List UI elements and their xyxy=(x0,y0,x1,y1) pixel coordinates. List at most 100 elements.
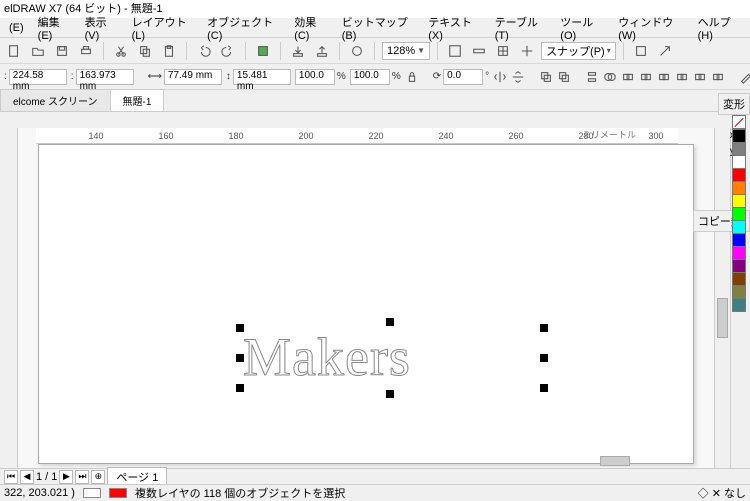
menu-arrange[interactable]: オブジェクト(C) xyxy=(200,12,287,44)
color-palette xyxy=(732,115,748,311)
guides-icon[interactable] xyxy=(517,41,537,61)
scroll-thumb[interactable] xyxy=(600,456,630,466)
back-minus-icon[interactable] xyxy=(693,67,707,87)
import-icon[interactable] xyxy=(288,41,308,61)
fullscreen-icon[interactable] xyxy=(445,41,465,61)
open-icon[interactable] xyxy=(28,41,48,61)
selection-handle[interactable] xyxy=(540,354,548,362)
snap-combo[interactable]: スナップ(P)▾ xyxy=(541,42,616,60)
selection-handle[interactable] xyxy=(386,318,394,326)
color-swatch[interactable] xyxy=(732,233,746,247)
tab-document[interactable]: 無題-1 xyxy=(110,89,165,111)
fill-swatch[interactable] xyxy=(83,488,101,498)
align-icon[interactable] xyxy=(585,67,599,87)
intersect-icon[interactable] xyxy=(639,67,653,87)
menu-table[interactable]: テーブル(T) xyxy=(488,12,554,44)
menu-file[interactable]: (E) xyxy=(2,20,31,36)
outline-swatch[interactable] xyxy=(109,488,127,498)
zoom-value: 128% xyxy=(387,45,415,57)
page-next-icon[interactable]: ▶ xyxy=(59,470,73,484)
weld-icon[interactable] xyxy=(603,67,617,87)
cursor-coords: 322, 203.021 ) xyxy=(4,487,75,499)
grid-icon[interactable] xyxy=(493,41,513,61)
selection-handle[interactable] xyxy=(236,384,244,392)
menu-layout[interactable]: レイアウト(L) xyxy=(125,12,201,44)
cut-icon[interactable] xyxy=(111,41,131,61)
width-field[interactable]: ⟷77.49 mm xyxy=(148,69,222,85)
color-swatch[interactable] xyxy=(732,259,746,273)
docker-transform[interactable]: 変形 xyxy=(718,93,750,115)
tab-welcome[interactable]: elcome スクリーン xyxy=(0,89,111,111)
order-front-icon[interactable] xyxy=(539,67,553,87)
color-swatch[interactable] xyxy=(732,298,746,312)
selection-handle[interactable] xyxy=(236,324,244,332)
scale-y-field[interactable]: 100.0% xyxy=(350,69,401,85)
toolbox[interactable] xyxy=(0,128,18,468)
color-swatch[interactable] xyxy=(732,168,746,182)
page-prev-icon[interactable]: ◀ xyxy=(20,470,34,484)
pos-x-field[interactable]: :224.58 mm xyxy=(4,69,67,85)
selection-handle[interactable] xyxy=(386,390,394,398)
boundary-icon[interactable] xyxy=(711,67,725,87)
menu-view[interactable]: 表示(V) xyxy=(78,12,125,44)
lock-ratio-icon[interactable] xyxy=(405,67,419,87)
rotation-field[interactable]: ⟳0.0° xyxy=(433,69,489,85)
mirror-h-icon[interactable] xyxy=(493,67,507,87)
pos-y-field[interactable]: :163.973 mm xyxy=(71,69,134,85)
search-icon[interactable] xyxy=(253,41,273,61)
color-swatch[interactable] xyxy=(732,155,746,169)
menu-help[interactable]: ヘルプ(H) xyxy=(691,12,748,44)
paste-icon[interactable] xyxy=(159,41,179,61)
outline-pen-icon[interactable] xyxy=(739,67,750,87)
color-swatch[interactable] xyxy=(732,207,746,221)
page-last-icon[interactable]: ⏭ xyxy=(75,470,89,484)
export-icon[interactable] xyxy=(312,41,332,61)
menu-window[interactable]: ウィンドウ(W) xyxy=(611,12,690,44)
trim-icon[interactable] xyxy=(621,67,635,87)
publish-icon[interactable] xyxy=(347,41,367,61)
color-swatch[interactable] xyxy=(732,129,746,143)
fill-none-label: ◇ ✕ なし xyxy=(698,485,746,501)
save-icon[interactable] xyxy=(52,41,72,61)
page-add-icon[interactable]: ⊕ xyxy=(91,470,105,484)
front-minus-icon[interactable] xyxy=(675,67,689,87)
color-swatch[interactable] xyxy=(732,220,746,234)
color-swatch[interactable] xyxy=(732,285,746,299)
print-icon[interactable] xyxy=(76,41,96,61)
page-first-icon[interactable]: ⏮ xyxy=(4,470,18,484)
options-icon[interactable] xyxy=(631,41,651,61)
order-back-icon[interactable] xyxy=(557,67,571,87)
new-icon[interactable] xyxy=(4,41,24,61)
rulers-icon[interactable] xyxy=(469,41,489,61)
copy-icon[interactable] xyxy=(135,41,155,61)
menu-tools[interactable]: ツール(O) xyxy=(553,12,611,44)
color-swatch[interactable] xyxy=(732,272,746,286)
color-swatch[interactable] xyxy=(732,246,746,260)
redo-icon[interactable] xyxy=(218,41,238,61)
menu-effects[interactable]: 効果(C) xyxy=(287,12,335,44)
selection-handle[interactable] xyxy=(540,324,548,332)
selection-handle[interactable] xyxy=(236,354,244,362)
selection-handle[interactable] xyxy=(540,384,548,392)
scale-x-field[interactable]: 100.0% xyxy=(295,69,346,85)
no-color-swatch[interactable] xyxy=(732,115,746,129)
scroll-thumb[interactable] xyxy=(717,298,728,338)
status-bar: 322, 203.021 ) 複数レイヤの 118 個のオブジェクトを選択 ◇ … xyxy=(0,484,750,500)
launch-icon[interactable] xyxy=(655,41,675,61)
menu-text[interactable]: テキスト(X) xyxy=(421,12,487,44)
undo-icon[interactable] xyxy=(194,41,214,61)
color-swatch[interactable] xyxy=(732,142,746,156)
zoom-combo[interactable]: 128%▼ xyxy=(382,42,430,60)
scrollbar-vertical[interactable] xyxy=(714,128,730,468)
mirror-v-icon[interactable] xyxy=(511,67,525,87)
simplify-icon[interactable] xyxy=(657,67,671,87)
color-swatch[interactable] xyxy=(732,194,746,208)
menu-bitmaps[interactable]: ビットマップ(B) xyxy=(335,12,422,44)
menu-bar: (E) 編集(E) 表示(V) レイアウト(L) オブジェクト(C) 効果(C)… xyxy=(0,18,750,38)
height-field[interactable]: ↕15.481 mm xyxy=(226,69,291,85)
menu-edit[interactable]: 編集(E) xyxy=(31,12,78,44)
workspace: 140 160 180 200 220 240 260 280 300 ミリメー… xyxy=(0,128,750,468)
scrollbar-horizontal[interactable] xyxy=(200,454,710,468)
canvas-area[interactable]: 140 160 180 200 220 240 260 280 300 ミリメー… xyxy=(18,128,714,468)
color-swatch[interactable] xyxy=(732,181,746,195)
